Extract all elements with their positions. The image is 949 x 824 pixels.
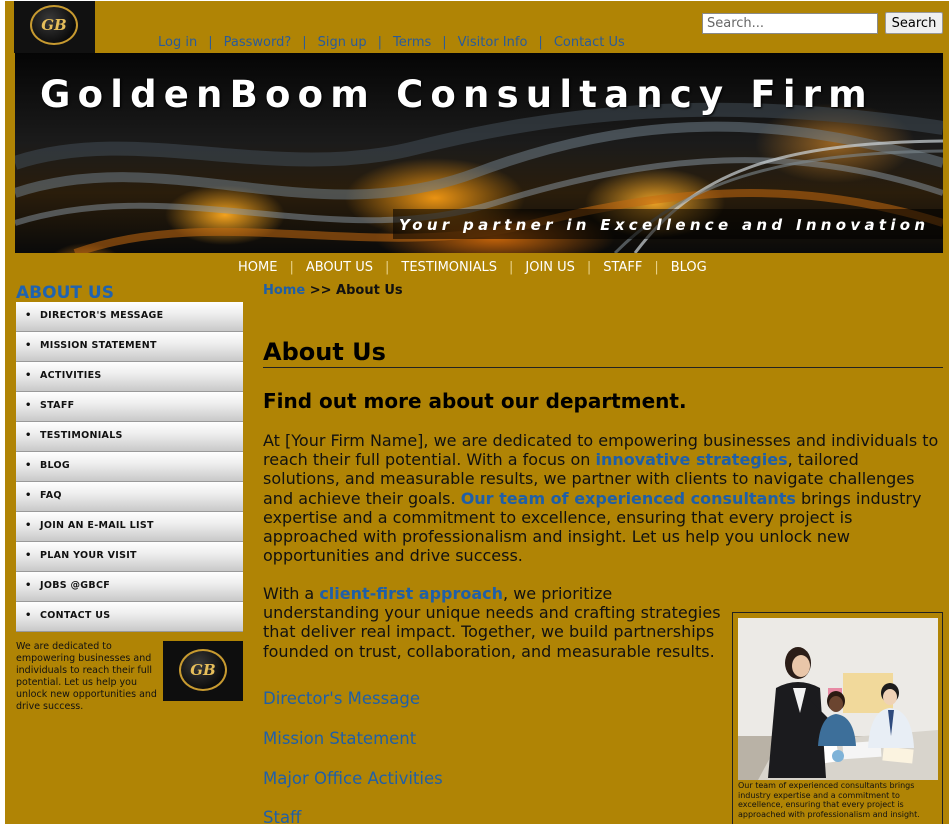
search-button[interactable]: Search — [885, 12, 943, 34]
main-nav: HOME | ABOUT US | TESTIMONIALS | JOIN US | STAFF… — [238, 260, 707, 275]
bullet-icon: • — [25, 370, 32, 381]
sidebar-item-label: MISSION STATEMENT — [40, 340, 157, 351]
sidebar-item-contact-us[interactable]: • CONTACT US — [16, 602, 243, 632]
sidebar-menu: • DIRECTOR'S MESSAGE • MISSION STATEMENT •… — [16, 302, 243, 632]
staff-link[interactable]: Staff — [263, 808, 301, 824]
bullet-icon: • — [25, 460, 32, 471]
directors-message-link[interactable]: Director's Message — [263, 689, 420, 708]
sidebar-item-label: JOBS @GBCF — [40, 580, 111, 591]
sidebar-logo: GB — [163, 641, 243, 701]
nav-about-us[interactable]: ABOUT US — [306, 260, 373, 275]
logo-text: GB — [41, 16, 67, 34]
contact-us-link[interactable]: Contact Us — [554, 35, 625, 50]
terms-link[interactable]: Terms — [393, 35, 431, 50]
team-meeting-illustration — [738, 618, 938, 780]
banner-title: GoldenBoom Consultancy Firm — [40, 73, 874, 116]
photo-caption: Our team of experienced consultants brin… — [738, 781, 920, 819]
header-banner: GoldenBoom Consultancy Firm Your partner… — [15, 53, 943, 253]
bullet-icon: • — [25, 550, 32, 561]
breadcrumb-separator: >> — [309, 283, 332, 298]
sidebar-blurb: We are dedicated to empowering businesse… — [16, 641, 157, 712]
sidebar-item-label: ACTIVITIES — [40, 370, 102, 381]
sidebar-item-staff[interactable]: • STAFF — [16, 392, 243, 422]
bullet-icon: • — [25, 490, 32, 501]
nav-separator: | — [289, 260, 294, 275]
nav-separator: | — [654, 260, 659, 275]
innovative-strategies-link[interactable]: innovative strategies — [595, 450, 787, 469]
nav-separator: | — [385, 260, 390, 275]
signup-link[interactable]: Sign up — [318, 35, 367, 50]
sidebar-item-label: TESTIMONIALS — [40, 430, 123, 441]
gb-logo-icon: GB — [179, 649, 227, 691]
sidebar-item-mission-statement[interactable]: • MISSION STATEMENT — [16, 332, 243, 362]
sidebar-item-email-list[interactable]: • JOIN AN E-MAIL LIST — [16, 512, 243, 542]
nav-home[interactable]: HOME — [238, 260, 277, 275]
bullet-icon: • — [25, 520, 32, 531]
bullet-icon: • — [25, 400, 32, 411]
bullet-icon: • — [25, 310, 32, 321]
team-photo-box: Our team of experienced consultants brin… — [732, 612, 943, 824]
banner-tagline: Your partner in Excellence and Innovatio… — [399, 216, 930, 234]
team-consultants-link[interactable]: Our team of experienced consultants — [461, 489, 796, 508]
sidebar-item-faq[interactable]: • FAQ — [16, 482, 243, 512]
nav-blog[interactable]: BLOG — [671, 260, 707, 275]
sidebar-item-label: PLAN YOUR VISIT — [40, 550, 137, 561]
link-separator: | — [442, 35, 447, 50]
sidebar-item-label: STAFF — [40, 400, 75, 411]
sidebar-item-label: DIRECTOR'S MESSAGE — [40, 310, 164, 321]
sidebar-item-plan-visit[interactable]: • PLAN YOUR VISIT — [16, 542, 243, 572]
page-frame: GB Log in | Password? | Sign up | Terms | Visito… — [5, 1, 949, 824]
sidebar-item-jobs[interactable]: • JOBS @GBCF — [16, 572, 243, 602]
major-office-activities-link[interactable]: Major Office Activities — [263, 769, 443, 788]
visitor-info-link[interactable]: Visitor Info — [458, 35, 528, 50]
breadcrumb: Home >> About Us — [263, 283, 403, 298]
team-meeting-photo — [738, 618, 938, 780]
sidebar-item-activities[interactable]: • ACTIVITIES — [16, 362, 243, 392]
bullet-icon: • — [25, 610, 32, 621]
link-separator: | — [208, 35, 213, 50]
sidebar-item-label: CONTACT US — [40, 610, 111, 621]
site-logo[interactable]: GB — [14, 1, 95, 53]
password-link[interactable]: Password? — [224, 35, 292, 50]
mission-statement-link[interactable]: Mission Statement — [263, 729, 416, 748]
sidebar-item-blog[interactable]: • BLOG — [16, 452, 243, 482]
nav-join-us[interactable]: JOIN US — [525, 260, 575, 275]
link-separator: | — [538, 35, 543, 50]
breadcrumb-current: About Us — [336, 283, 403, 298]
nav-testimonials[interactable]: TESTIMONIALS — [401, 260, 497, 275]
sidebar-item-label: JOIN AN E-MAIL LIST — [40, 520, 154, 531]
nav-separator: | — [508, 260, 514, 275]
gb-logo-icon: GB — [30, 5, 78, 45]
client-first-paragraph: With a client-first approach, we priorit… — [263, 584, 723, 661]
bullet-icon: • — [25, 580, 32, 591]
page-title: About Us — [263, 338, 943, 368]
link-separator: | — [377, 35, 382, 50]
bullet-icon: • — [25, 340, 32, 351]
page-subtitle: Find out more about our department. — [263, 389, 687, 413]
nav-separator: | — [586, 260, 592, 275]
nav-staff[interactable]: STAFF — [603, 260, 642, 275]
intro-paragraph: At [Your Firm Name], we are dedicated to… — [263, 431, 939, 565]
sidebar-item-testimonials[interactable]: • TESTIMONIALS — [16, 422, 243, 452]
top-links: Log in | Password? | Sign up | Terms | Visitor I… — [158, 35, 625, 50]
sidebar-item-label: FAQ — [40, 490, 62, 501]
breadcrumb-home-link[interactable]: Home — [263, 283, 305, 298]
login-link[interactable]: Log in — [158, 35, 197, 50]
search-input[interactable] — [702, 13, 878, 34]
sidebar-item-directors-message[interactable]: • DIRECTOR'S MESSAGE — [16, 302, 243, 332]
bullet-icon: • — [25, 430, 32, 441]
logo-text: GB — [190, 661, 216, 679]
sidebar-item-label: BLOG — [40, 460, 71, 471]
client-first-link[interactable]: client-first approach — [319, 584, 503, 603]
sidebar-title: ABOUT US — [16, 283, 114, 303]
client-text: With a — [263, 584, 320, 603]
link-separator: | — [302, 35, 307, 50]
